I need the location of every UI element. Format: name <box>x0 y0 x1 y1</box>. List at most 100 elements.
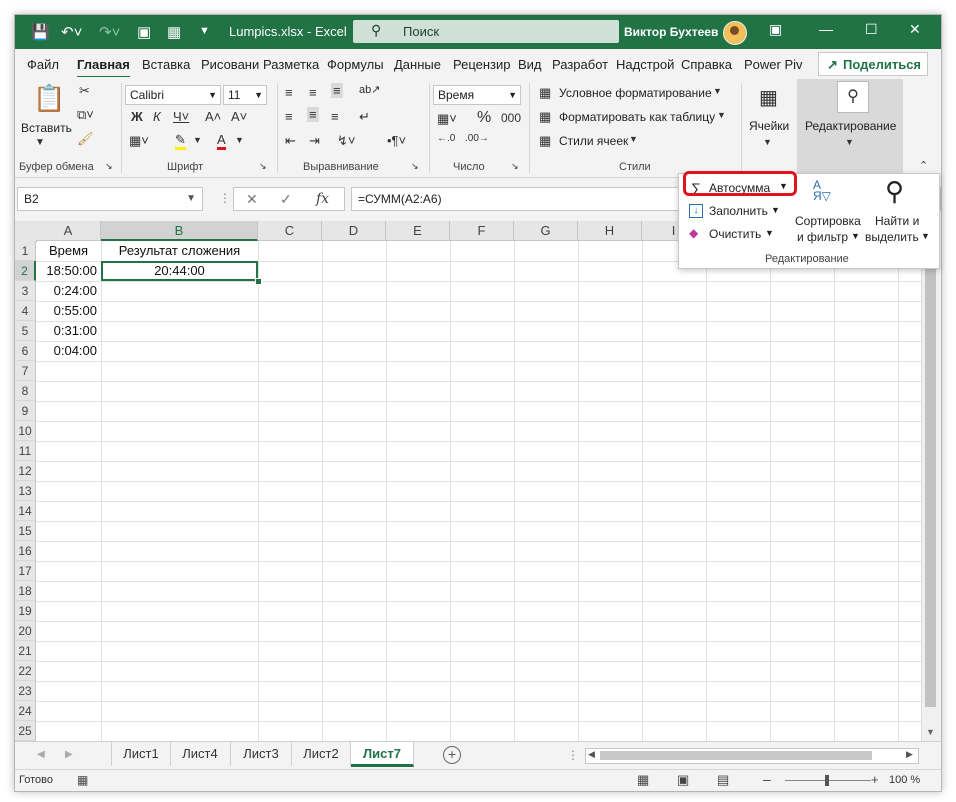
bold-icon[interactable]: Ж <box>131 109 143 124</box>
paste-dropdown-icon[interactable]: ▼ <box>35 137 45 148</box>
row-header[interactable]: 13 <box>15 481 36 501</box>
horizontal-scrollbar[interactable]: ◀ ▶ <box>585 748 919 764</box>
vertical-scrollbar[interactable]: ▲ ▼ <box>921 221 940 741</box>
camera-icon[interactable]: ▣ <box>137 23 151 41</box>
name-box[interactable]: B2 ▼ <box>17 187 203 211</box>
insert-function-icon[interactable]: fx <box>316 191 329 207</box>
comma-style-icon[interactable]: 000 <box>501 111 521 125</box>
row-header[interactable]: 18 <box>15 581 36 601</box>
row-header[interactable]: 14 <box>15 501 36 521</box>
column-header[interactable]: B <box>101 221 258 241</box>
cell-b1[interactable]: Результат сложения <box>101 241 258 261</box>
borders-icon[interactable]: ▦˅ <box>129 133 149 149</box>
sheet-tab-active[interactable]: Лист7 <box>351 742 414 767</box>
row-header[interactable]: 12 <box>15 461 36 481</box>
row-header[interactable]: 5 <box>15 321 36 341</box>
find-select-label-2[interactable]: выделить <box>865 230 919 244</box>
column-header[interactable]: A <box>36 221 101 241</box>
sheet-tab[interactable]: Лист3 <box>231 742 292 766</box>
search-box[interactable]: ⚲ Поиск <box>353 20 619 43</box>
font-size-select[interactable]: 11 ▼ <box>223 85 267 105</box>
minimize-icon[interactable]: — <box>819 21 833 37</box>
row-header[interactable]: 3 <box>15 281 36 301</box>
underline-icon[interactable]: Ч˅ <box>173 109 189 124</box>
collapse-ribbon-icon[interactable]: ⌃ <box>919 159 928 172</box>
cell-a5[interactable]: 0:31:00 <box>36 321 101 341</box>
row-header[interactable]: 17 <box>15 561 36 581</box>
normal-view-icon[interactable]: ▦ <box>637 772 649 788</box>
align-middle-icon[interactable]: ≡ <box>309 85 317 100</box>
tab-split-grip-icon[interactable]: ⋮ <box>567 748 579 762</box>
page-layout-view-icon[interactable]: ▣ <box>677 772 689 788</box>
zoom-out-icon[interactable]: – <box>763 771 771 787</box>
row-header[interactable]: 9 <box>15 401 36 421</box>
chevron-down-icon[interactable]: ▼ <box>851 231 860 241</box>
tab-draw[interactable]: Рисовани <box>201 57 259 72</box>
cancel-icon[interactable]: ✕ <box>246 191 258 208</box>
format-as-table-button[interactable]: Форматировать как таблицу <box>559 110 715 124</box>
share-button[interactable]: ↗ Поделиться <box>818 52 928 76</box>
font-name-select[interactable]: Calibri ▼ <box>125 85 221 105</box>
row-header[interactable]: 22 <box>15 661 36 681</box>
sheet-tab[interactable]: Лист4 <box>170 742 231 766</box>
scroll-left-icon[interactable]: ◀ <box>588 749 595 760</box>
tab-review[interactable]: Рецензир <box>453 57 511 72</box>
fill-color-icon[interactable]: ✎ <box>175 133 186 150</box>
chevron-down-icon[interactable]: ▼ <box>921 231 930 241</box>
sort-filter-label-2[interactable]: и фильтр <box>797 230 848 244</box>
row-header[interactable]: 8 <box>15 381 36 401</box>
fill-button[interactable]: Заполнить <box>709 204 768 218</box>
cells-icon[interactable]: ▦ <box>759 85 778 110</box>
conditional-formatting-button[interactable]: Условное форматирование <box>559 86 712 100</box>
close-icon[interactable]: ✕ <box>909 21 921 38</box>
scroll-right-icon[interactable]: ▶ <box>906 749 913 760</box>
cut-icon[interactable]: ✂ <box>79 83 90 99</box>
accounting-format-icon[interactable]: ▦˅ <box>437 111 457 127</box>
format-painter-icon[interactable]: 🖌 <box>77 131 94 147</box>
font-color-icon[interactable]: A <box>217 133 226 150</box>
scroll-thumb[interactable] <box>600 751 872 760</box>
enter-icon[interactable]: ✓ <box>280 191 292 208</box>
chevron-down-icon[interactable]: ▼ <box>629 134 638 144</box>
chevron-down-icon[interactable]: ▼ <box>765 228 774 238</box>
tab-file[interactable]: Файл <box>27 57 59 72</box>
zoom-level[interactable]: 100 % <box>889 774 920 786</box>
form-icon[interactable]: ▦ <box>167 23 181 41</box>
sheet-tab[interactable]: Лист1 <box>111 742 171 766</box>
align-right-icon[interactable]: ≡ <box>331 109 339 124</box>
column-header[interactable]: H <box>578 221 642 241</box>
row-header[interactable]: 4 <box>15 301 36 321</box>
italic-icon[interactable]: К <box>153 109 161 124</box>
tab-formulas[interactable]: Формулы <box>327 57 384 72</box>
formula-bar-grip-icon[interactable]: ⋮ <box>219 191 231 205</box>
user-name[interactable]: Виктор Бухтеев <box>624 25 718 39</box>
tab-home[interactable]: Главная <box>77 57 130 78</box>
undo-icon[interactable]: ↶˅ <box>61 23 82 41</box>
orientation-icon[interactable]: ab↗ <box>359 83 380 96</box>
align-top-icon[interactable]: ≡ <box>285 85 293 100</box>
cell-a3[interactable]: 0:24:00 <box>36 281 101 301</box>
align-left-icon[interactable]: ≡ <box>285 109 293 124</box>
increase-indent-icon[interactable]: ⇥ <box>309 133 320 149</box>
zoom-slider[interactable] <box>785 775 871 786</box>
row-header[interactable]: 21 <box>15 641 36 661</box>
percent-icon[interactable]: % <box>477 109 491 127</box>
macro-record-icon[interactable]: ▦ <box>77 773 88 787</box>
increase-font-icon[interactable]: A˄ <box>205 109 221 124</box>
row-header[interactable]: 1 <box>15 241 36 261</box>
tab-power-pivot[interactable]: Power Piv <box>744 57 803 72</box>
font-launcher-icon[interactable]: ↘ <box>259 161 267 172</box>
conditional-formatting-icon[interactable]: ▦ <box>539 85 551 101</box>
copy-icon[interactable]: ⧉˅ <box>77 107 94 123</box>
increase-decimal-icon[interactable]: ←.0 <box>437 133 455 144</box>
column-header[interactable]: F <box>450 221 514 241</box>
paragraph-direction-icon[interactable]: •¶˅ <box>387 133 406 148</box>
row-header[interactable]: 25 <box>15 721 36 741</box>
next-sheet-icon[interactable]: ▶ <box>65 749 73 760</box>
column-header[interactable]: E <box>386 221 450 241</box>
chevron-down-icon[interactable]: ▼ <box>771 205 780 215</box>
decrease-decimal-icon[interactable]: .00→ <box>465 133 489 144</box>
zoom-in-icon[interactable]: + <box>871 772 879 787</box>
column-header[interactable]: G <box>514 221 578 241</box>
tab-view[interactable]: Вид <box>518 57 542 72</box>
